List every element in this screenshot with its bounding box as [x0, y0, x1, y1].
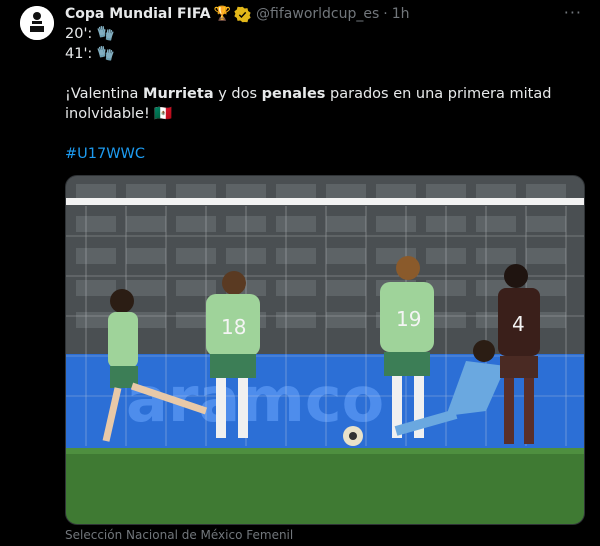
text-sentence-line-2: inolvidable! 🇲🇽 [65, 106, 173, 122]
hashtag-link[interactable]: #U17WWC [65, 144, 580, 164]
tweet-photo[interactable]: aramco 18 19 4 [65, 175, 585, 525]
sentence-part: ¡Valentina [65, 86, 144, 102]
text-line-1: 20': 🧤 [65, 26, 115, 42]
verified-badge-icon[interactable] [234, 6, 251, 23]
separator-dot: · [383, 6, 388, 22]
sentence-part: parados en una primera mitad [325, 86, 552, 102]
trophy-icon: 🏆 [213, 6, 232, 22]
more-options-icon[interactable]: ··· [564, 3, 582, 22]
media-caption: Selección Nacional de México Femenil [65, 528, 294, 542]
penalty-save-photo: aramco 18 19 4 [66, 176, 584, 524]
tweet-header: Copa Mundial FIFA 🏆 @fifaworldcup_es · 1… [65, 4, 588, 24]
jersey-number-4: 4 [512, 312, 525, 336]
sentence-bold-penales: penales [261, 86, 326, 102]
jersey-number-19: 19 [396, 307, 421, 331]
author-handle[interactable]: @fifaworldcup_es [256, 6, 379, 22]
jersey-number-18: 18 [221, 315, 246, 339]
fifa-logo-icon [20, 6, 54, 40]
timestamp[interactable]: 1h [392, 6, 410, 22]
author-name[interactable]: Copa Mundial FIFA [65, 6, 211, 22]
sentence-bold-name: Murrieta [143, 86, 214, 102]
text-line-2: 41': 🧤 [65, 46, 115, 62]
tweet-text: 20': 🧤 41': 🧤 ¡Valentina Murrieta y dos … [65, 24, 580, 164]
sentence-part: y dos [213, 86, 262, 102]
avatar[interactable] [20, 6, 54, 40]
text-sentence: ¡Valentina Murrieta y dos penales parado… [65, 84, 580, 104]
